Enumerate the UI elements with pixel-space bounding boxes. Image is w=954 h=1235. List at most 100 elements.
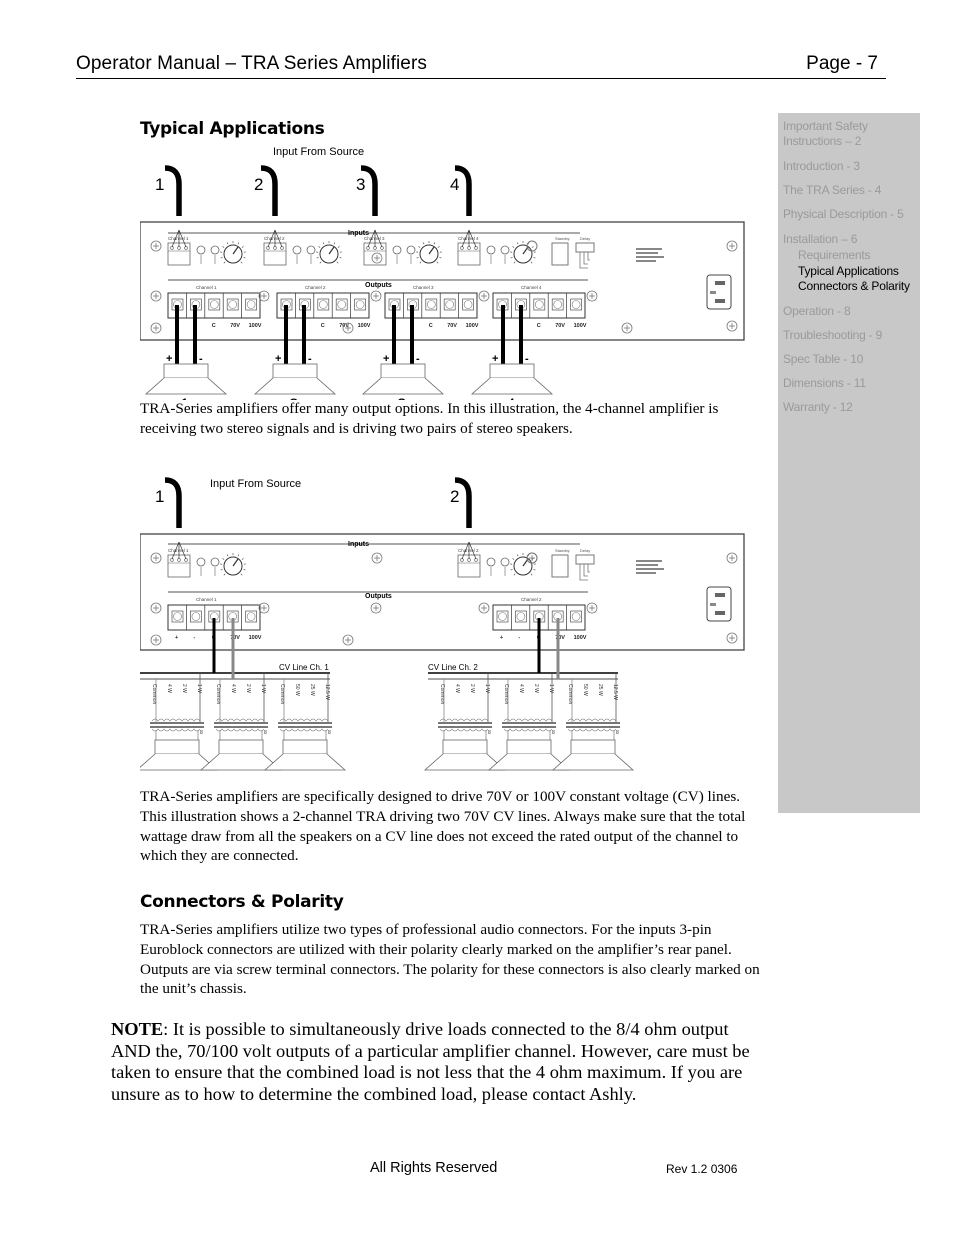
svg-text:Delay: Delay [580, 236, 590, 241]
toc-item-tra-series[interactable]: The TRA Series - 4 [783, 183, 918, 198]
toc-item-introduction[interactable]: Introduction - 3 [783, 159, 918, 174]
power-inlet [706, 586, 732, 622]
terminal-label: 70V [230, 323, 240, 329]
svg-text:Delay: Delay [580, 548, 590, 553]
speaker-icon: 3 [361, 363, 445, 400]
terminal-label: C [429, 323, 433, 329]
channel-input-label: Channel 2 [264, 236, 285, 241]
four-channel-wiring-diagram: Input From Source 1234 Inputs Outputs Ch… [140, 140, 746, 400]
transformer-tap-label: 2 W [533, 684, 539, 693]
speaker-icon [487, 739, 571, 771]
transformer-tap-label: 50 W [294, 684, 300, 696]
svg-text:Standby: Standby [555, 236, 570, 241]
polarity-plus: + [166, 353, 172, 365]
svg-text:Standby: Standby [555, 548, 570, 553]
input-cable: 2 [450, 477, 472, 528]
transformer-tap-label: 1 W [196, 684, 202, 693]
transformer-tap-label: 2 W [245, 684, 251, 693]
channel-input-label: Channel 3 [364, 236, 385, 241]
note-text: : It is possible to simultaneously drive… [111, 1019, 750, 1104]
input-from-source-label: Input From Source [210, 478, 301, 490]
input-cable: 1 [155, 165, 182, 216]
polarity-plus: + [383, 353, 389, 365]
terminal-label: 100V [358, 323, 371, 329]
terminal-label: + [500, 635, 503, 641]
secondary-tap-label: 8 [616, 730, 619, 736]
header-divider [76, 78, 886, 79]
terminal-label: 100V [249, 323, 262, 329]
toc-item-troubleshooting[interactable]: Troubleshooting - 9 [783, 328, 918, 343]
transformer-tap-label: Common [151, 684, 157, 705]
polarity-plus: + [275, 353, 281, 365]
toc-item-dimensions[interactable]: Dimensions - 11 [783, 376, 918, 391]
speaker-icon: 2 [253, 363, 337, 400]
speaker-icon [199, 739, 283, 771]
speaker-icon: 1 [144, 363, 228, 400]
secondary-tap-label: 8 [328, 730, 331, 736]
transformer-speaker: Common 4 W 2 W 1 W 8 [140, 673, 219, 771]
transformer-tap-label: 4 W [454, 684, 460, 693]
transformer-tap-label: 50 W [582, 684, 588, 696]
input-cable: 3 [356, 165, 378, 216]
channel-output-label: Channel 3 [413, 285, 434, 290]
input-number-label: 2 [450, 487, 459, 506]
footer-revision: Rev 1.2 0306 [666, 1162, 738, 1176]
input-from-source-label: Input From Source [273, 146, 364, 158]
polarity-minus: - [199, 353, 203, 365]
toc-subitem-connectors-polarity[interactable]: Connectors & Polarity [798, 279, 933, 294]
document-title: Operator Manual – TRA Series Amplifiers [76, 53, 427, 74]
transformer-speaker: Common 4 W 2 W 1 W 8 [487, 673, 571, 771]
toc-subitem-typical-applications[interactable]: Typical Applications [798, 264, 933, 279]
toc-item-operation[interactable]: Operation - 8 [783, 304, 918, 319]
transformer-tap-label: 1 W [548, 684, 554, 693]
channel-output-label: Channel 1 [196, 285, 217, 290]
transformer-tap-label: 4 W [166, 684, 172, 693]
transformer-tap-label: 2 W [181, 684, 187, 693]
secondary-tap-label: 8 [488, 730, 491, 736]
terminal-label: 70V [555, 323, 565, 329]
outputs-panel-label: Outputs [365, 593, 392, 600]
channel-input-label: Channel 2 [458, 548, 479, 553]
toc-item-safety[interactable]: Important Safety Instructions – 2 [783, 119, 918, 149]
toc-item-spec-table[interactable]: Spec Table - 10 [783, 352, 918, 367]
speaker-icon [263, 739, 347, 771]
channel-output-label: Channel 1 [196, 597, 217, 602]
toc-item-physical-description[interactable]: Physical Description - 5 [783, 207, 918, 222]
transformer-tap-label: 4 W [518, 684, 524, 693]
transformer-speaker: Common 4 W 2 W 1 W 8 [199, 673, 283, 771]
speaker-icon [140, 739, 219, 771]
page-number: Page - 7 [806, 53, 878, 74]
caption-four-channel: TRA-Series amplifiers offer many output … [140, 400, 719, 437]
terminal-label: 100V [574, 323, 587, 329]
footer-rights: All Rights Reserved [370, 1160, 498, 1176]
note-label: NOTE [111, 1019, 164, 1039]
channel-output-label: Channel 2 [521, 597, 542, 602]
polarity-minus: - [308, 353, 312, 365]
transformer-tap-label: 12.5 W [612, 684, 618, 700]
secondary-tap-label: 8 [200, 730, 203, 736]
toc-subitem-requirements[interactable]: Requirements [798, 248, 933, 263]
terminal-label: C [212, 323, 216, 329]
input-number-label: 2 [254, 175, 263, 194]
terminal-label: 70V [447, 323, 457, 329]
connectors-polarity-body: TRA-Series amplifiers utilize two types … [140, 921, 760, 998]
transformer-tap-label: 4 W [230, 684, 236, 693]
channel-input-label: Channel 1 [168, 236, 189, 241]
speaker-icon [423, 739, 507, 771]
section-title-typical-applications: Typical Applications [140, 119, 325, 139]
transformer-tap-label: Common [439, 684, 445, 705]
caption-cv-lines: TRA-Series amplifiers are specifically d… [140, 788, 746, 865]
input-number-label: 3 [356, 175, 365, 194]
terminal-label: C [321, 323, 325, 329]
toc-item-installation[interactable]: Installation – 6 [783, 232, 918, 247]
channel-output-label: Channel 2 [305, 285, 326, 290]
transformer-tap-label: 1 W [260, 684, 266, 693]
speaker-icon [551, 739, 635, 771]
terminal-label: - [518, 635, 520, 641]
toc-item-warranty[interactable]: Warranty - 12 [783, 400, 918, 415]
polarity-minus: - [525, 353, 529, 365]
input-number-label: 1 [155, 175, 164, 194]
input-cable: 1 [155, 477, 182, 528]
transformer-tap-label: Common [279, 684, 285, 705]
transformer-speaker: Common 50 W 25 W 12.5 W 8 [263, 673, 347, 771]
